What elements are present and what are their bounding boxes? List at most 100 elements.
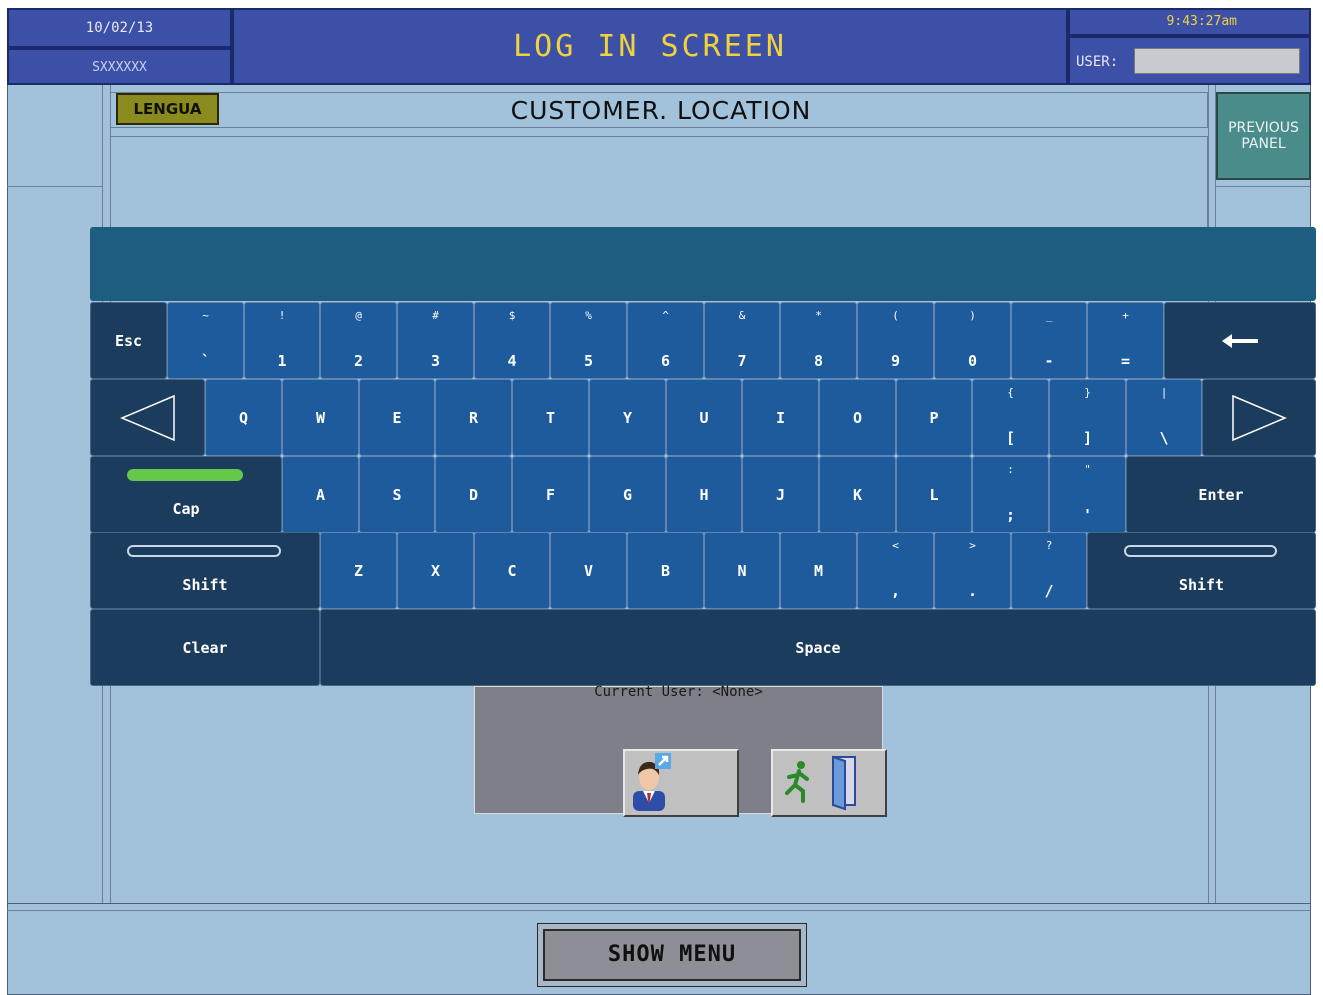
key-label: V bbox=[583, 561, 594, 580]
key-e[interactable]: E bbox=[359, 379, 435, 456]
login-panel: Current User: <None> bbox=[474, 684, 887, 817]
previous-panel-button[interactable]: PREVIOUS PANEL bbox=[1216, 92, 1311, 180]
key-label: Q bbox=[238, 408, 249, 427]
key-label: Shift bbox=[1178, 576, 1225, 594]
key-label: \ bbox=[1159, 429, 1169, 447]
footer-divider bbox=[7, 903, 1311, 911]
key-shift-label: _ bbox=[1045, 309, 1053, 322]
key-symbol[interactable]: _ - bbox=[1011, 302, 1087, 379]
key-label: 4 bbox=[507, 352, 517, 370]
exit-button[interactable] bbox=[771, 749, 887, 817]
key-5[interactable]: % 5 bbox=[550, 302, 627, 379]
key-shift-label: # bbox=[432, 309, 439, 322]
key-g[interactable]: G bbox=[589, 456, 666, 533]
key-j[interactable]: J bbox=[742, 456, 819, 533]
left-shift-key[interactable]: Shift bbox=[90, 532, 320, 609]
key-symbol[interactable]: + = bbox=[1087, 302, 1164, 379]
key-symbol[interactable]: ~ ` bbox=[167, 302, 244, 379]
header-date: 10/02/13 bbox=[7, 8, 232, 48]
key-c[interactable]: C bbox=[474, 532, 550, 609]
cursor-right-key[interactable] bbox=[1202, 379, 1316, 456]
key-symbol[interactable]: >. bbox=[934, 532, 1011, 609]
key-label: = bbox=[1120, 352, 1131, 370]
key-symbol[interactable]: {[ bbox=[972, 379, 1049, 456]
key-3[interactable]: #3 bbox=[397, 302, 474, 379]
key-f[interactable]: F bbox=[512, 456, 589, 533]
key-u[interactable]: U bbox=[666, 379, 742, 456]
key-r[interactable]: R bbox=[435, 379, 512, 456]
key-2[interactable]: @2 bbox=[320, 302, 397, 379]
key-symbol[interactable]: ? / bbox=[1011, 532, 1087, 609]
key-symbol[interactable]: " ' bbox=[1049, 456, 1126, 533]
key-shift-label: > bbox=[969, 539, 976, 552]
key-shift-label: ) bbox=[969, 309, 976, 322]
right-shift-key[interactable]: Shift bbox=[1087, 532, 1316, 609]
key-clear[interactable]: Clear bbox=[90, 609, 320, 686]
key-label: S bbox=[392, 485, 402, 504]
show-menu-button[interactable]: SHOW MENU bbox=[543, 929, 801, 981]
key-shift-label: | bbox=[1160, 386, 1168, 399]
key-label: 9 bbox=[890, 352, 901, 370]
key-z[interactable]: Z bbox=[320, 532, 397, 609]
key-label: - bbox=[1044, 352, 1054, 370]
key-i[interactable]: I bbox=[742, 379, 819, 456]
key-8[interactable]: * 8 bbox=[780, 302, 857, 379]
key-x[interactable]: X bbox=[397, 532, 474, 609]
key-label: / bbox=[1044, 582, 1054, 600]
key-p[interactable]: P bbox=[896, 379, 972, 456]
right-rule bbox=[1216, 186, 1311, 187]
key-label: ; bbox=[1005, 506, 1016, 524]
header-user: USER: bbox=[1068, 36, 1311, 85]
key-symbol[interactable]: <, bbox=[857, 532, 934, 609]
key-label: D bbox=[468, 485, 479, 504]
key-cap[interactable]: Cap bbox=[90, 456, 282, 533]
key-7[interactable]: & 7 bbox=[704, 302, 780, 379]
key-l[interactable]: L bbox=[896, 456, 972, 533]
key-label: , bbox=[890, 582, 901, 600]
key-label: 1 bbox=[277, 352, 287, 370]
key-9[interactable]: (9 bbox=[857, 302, 934, 379]
key-label: 6 bbox=[660, 352, 671, 370]
key-space[interactable]: Space bbox=[320, 609, 1316, 686]
key-symbol[interactable]: | \ bbox=[1126, 379, 1202, 456]
key-v[interactable]: V bbox=[550, 532, 627, 609]
key-o[interactable]: O bbox=[819, 379, 896, 456]
key-esc[interactable]: Esc bbox=[90, 302, 167, 379]
key-label: 5 bbox=[583, 352, 594, 370]
key-shift-label: $ bbox=[508, 309, 516, 322]
key-label: E bbox=[392, 408, 402, 427]
key-label: P bbox=[929, 408, 939, 427]
key-s[interactable]: S bbox=[359, 456, 435, 533]
key-n[interactable]: N bbox=[704, 532, 780, 609]
key-label: L bbox=[929, 485, 939, 504]
backspace-key[interactable] bbox=[1164, 302, 1316, 379]
key-m[interactable]: M bbox=[780, 532, 857, 609]
key-label: M bbox=[813, 561, 824, 580]
language-button[interactable]: LENGUA bbox=[116, 93, 219, 125]
key-d[interactable]: D bbox=[435, 456, 512, 533]
key-symbol[interactable]: :; bbox=[972, 456, 1049, 533]
key-1[interactable]: ! 1 bbox=[244, 302, 320, 379]
key-label: 2 bbox=[353, 352, 364, 370]
key-k[interactable]: K bbox=[819, 456, 896, 533]
cursor-left-key[interactable] bbox=[90, 379, 205, 456]
key-label: Y bbox=[622, 408, 633, 427]
location-title: CUSTOMER. LOCATION bbox=[510, 96, 812, 125]
key-y[interactable]: Y bbox=[589, 379, 666, 456]
key-label: B bbox=[660, 561, 671, 580]
key-b[interactable]: B bbox=[627, 532, 704, 609]
user-field bbox=[1134, 48, 1300, 74]
key-shift-label: @ bbox=[355, 309, 362, 322]
key-shift-label: } bbox=[1084, 386, 1091, 399]
key-enter[interactable]: Enter bbox=[1126, 456, 1316, 533]
key-q[interactable]: Q bbox=[205, 379, 282, 456]
key-h[interactable]: H bbox=[666, 456, 742, 533]
key-4[interactable]: $4 bbox=[474, 302, 550, 379]
key-symbol[interactable]: }] bbox=[1049, 379, 1126, 456]
key-6[interactable]: ^ 6 bbox=[627, 302, 704, 379]
key-0[interactable]: ) 0 bbox=[934, 302, 1011, 379]
key-a[interactable]: A bbox=[282, 456, 359, 533]
key-t[interactable]: T bbox=[512, 379, 589, 456]
key-w[interactable]: W bbox=[282, 379, 359, 456]
login-button[interactable] bbox=[623, 749, 739, 817]
